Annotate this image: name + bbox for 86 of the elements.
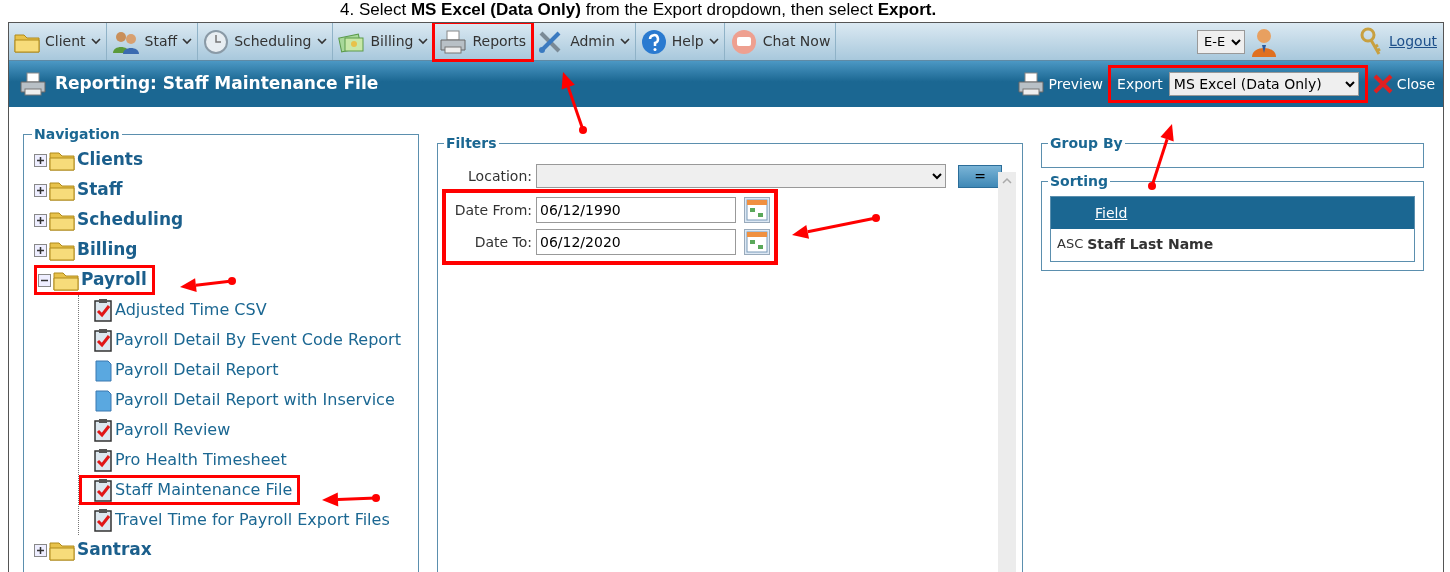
tree-node[interactable]: Staff [34, 175, 123, 205]
date-field[interactable]: 06/12/1990 [536, 197, 736, 223]
document-icon [93, 358, 113, 382]
printer-icon [19, 71, 47, 97]
logout-link[interactable]: Logout [1389, 31, 1437, 52]
caret-icon [418, 38, 429, 45]
language-select[interactable]: E-E [1197, 29, 1246, 54]
calendar-button[interactable] [744, 229, 770, 255]
clipboard-check-icon [93, 508, 113, 532]
date-field[interactable]: 06/12/2020 [536, 229, 736, 255]
calendar-button[interactable] [744, 197, 770, 223]
panel-legend: Group By [1048, 136, 1125, 150]
caret-icon [619, 38, 630, 45]
tree-node[interactable]: Billing [34, 235, 138, 265]
help-icon [640, 28, 667, 55]
menu-item[interactable]: Billing [332, 23, 435, 60]
expand-icon [34, 213, 47, 227]
calendar-icon [746, 199, 768, 221]
clipboard-check-icon [93, 328, 113, 352]
panel-legend: Navigation [32, 127, 122, 141]
tree-item[interactable]: Payroll Detail Report with Inservice [79, 385, 395, 415]
expand-icon [34, 153, 47, 167]
menu-item[interactable]: Reports [434, 23, 533, 60]
export-select[interactable]: MS Excel (Data Only) [1168, 72, 1359, 96]
annotation-arrow [180, 277, 236, 293]
menu-item[interactable]: Help [635, 23, 725, 60]
tree-item[interactable]: Payroll Detail By Event Code Report [79, 325, 401, 355]
menu-item[interactable]: Chat Now [724, 23, 837, 60]
panel-legend: Filters [444, 136, 499, 150]
tree-item[interactable]: Staff Maintenance File [79, 475, 301, 505]
printer-icon [439, 28, 468, 55]
caret-icon [182, 38, 193, 45]
export-label: Export [1117, 74, 1163, 94]
tree-folder-label: Billing [77, 238, 138, 262]
expand-icon [34, 183, 47, 197]
menu-item[interactable]: Client [9, 23, 107, 60]
clipboard-check-icon [93, 418, 113, 442]
collapse-icon [38, 273, 51, 287]
tree-folder-label: Scheduling [77, 208, 184, 232]
sort-order: ASC [1057, 235, 1084, 253]
annotation-arrow [561, 72, 587, 134]
annotation-arrow [1148, 124, 1174, 190]
tree-item[interactable]: Payroll Review [79, 415, 231, 445]
close-button[interactable]: Close [1372, 73, 1435, 95]
expand-icon [34, 243, 47, 257]
field-label: Date From: [453, 200, 532, 220]
expand-icon [34, 543, 47, 557]
annotation-arrow [322, 492, 380, 507]
tree-node[interactable]: Clients [34, 145, 143, 175]
close-icon [1372, 74, 1393, 94]
operator-button[interactable]: = [958, 164, 1002, 188]
chat-icon [729, 28, 758, 55]
caret-icon [90, 38, 101, 45]
clipboard-check-icon [93, 448, 113, 472]
tree-node[interactable]: Scheduling [34, 205, 184, 235]
clock-icon [203, 28, 230, 55]
tree-folder-label: Payroll [81, 268, 147, 292]
preview-button[interactable]: Preview [1016, 71, 1104, 97]
menu-item[interactable]: Admin [532, 23, 636, 60]
column-header-link[interactable]: Field [1095, 202, 1128, 224]
tree-node[interactable]: Santrax [34, 535, 152, 565]
calendar-icon [746, 231, 768, 253]
tree-item[interactable]: Payroll Detail Report [79, 355, 279, 385]
sort-field: Staff Last Name [1087, 234, 1214, 255]
tree-item[interactable]: Adjusted Time CSV [79, 295, 267, 325]
tree-item[interactable]: Travel Time for Payroll Export Files [79, 505, 390, 535]
clipboard-check-icon [93, 478, 113, 502]
clipboard-check-icon [93, 298, 113, 322]
menu-item[interactable]: Staff [106, 23, 199, 60]
instruction-text: 4. Select MS Excel (Data Only) from the Export dropdown, then select Export. [339, 0, 938, 21]
page-title: Reporting: Staff Maintenance File [55, 72, 379, 96]
document-icon [93, 388, 113, 412]
menu-item[interactable]: Scheduling [198, 23, 333, 60]
printer-icon [1016, 71, 1045, 97]
field-label: Location: [467, 166, 532, 186]
tree-node[interactable]: Payroll [34, 265, 155, 295]
caret-icon [708, 38, 719, 45]
tree-folder-label: Clients [77, 148, 143, 172]
panel-legend: Sorting [1048, 174, 1111, 188]
user-avatar-icon [1251, 26, 1278, 57]
tree-folder-label: Staff [77, 178, 123, 202]
field-label: Date To: [473, 232, 532, 252]
tree-item[interactable]: Pro Health Timesheet [79, 445, 287, 475]
tree-folder-label: Santrax [77, 538, 152, 562]
caret-icon [316, 38, 327, 45]
location-select[interactable] [536, 164, 946, 188]
